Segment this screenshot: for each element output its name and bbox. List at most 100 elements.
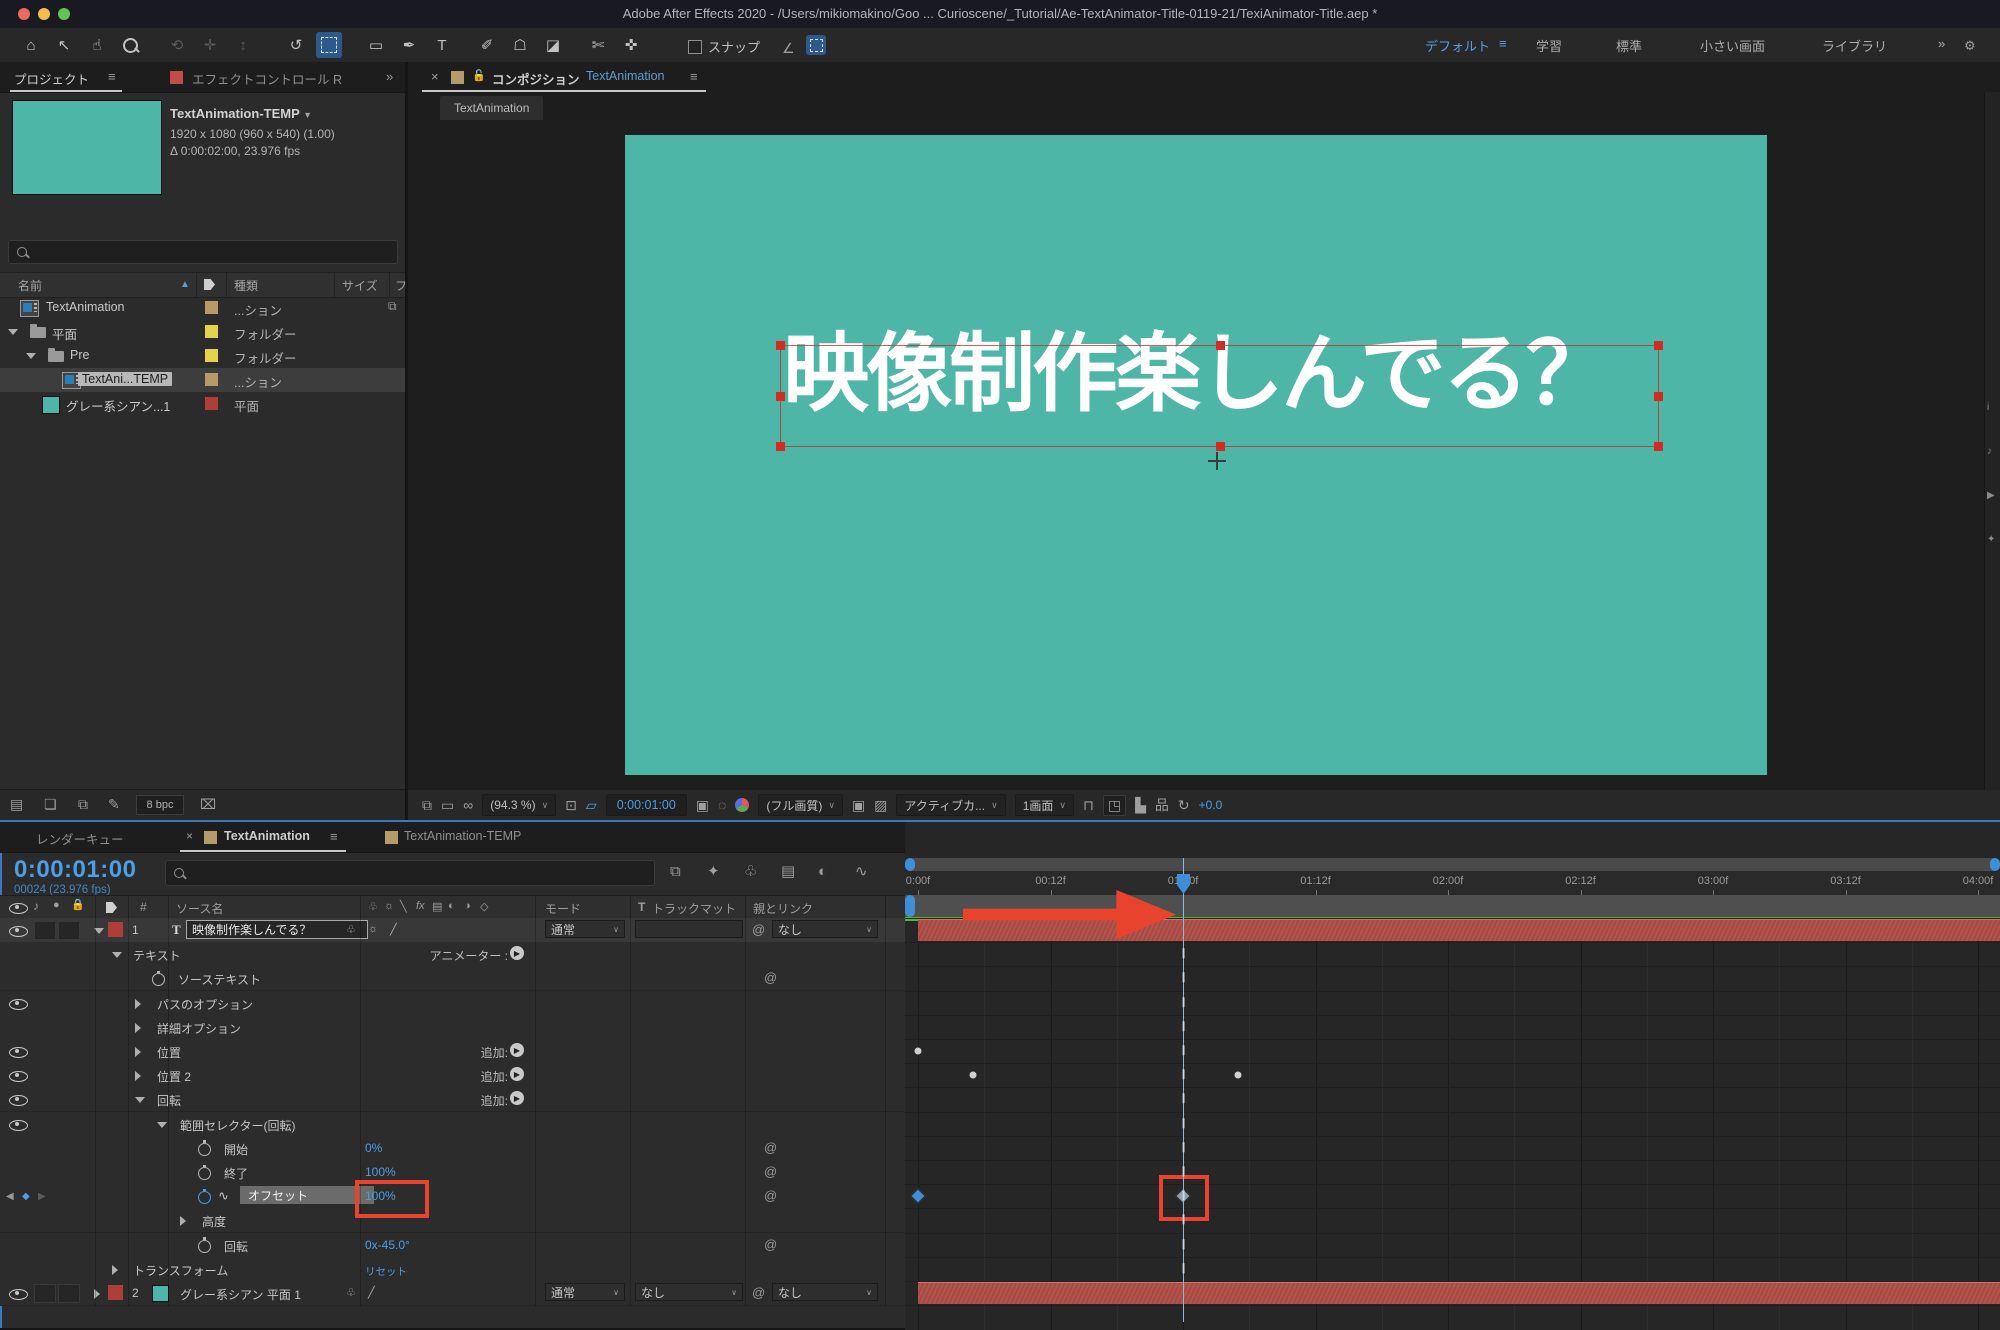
tab-effect-controls[interactable]: エフェクトコントロール R [192,69,377,88]
twirl-right-icon[interactable] [135,999,141,1009]
selection-handle[interactable] [1216,341,1225,350]
work-area-start-handle[interactable] [905,895,915,917]
project-item-グレー系シアン...1[interactable]: グレー系シアン...1平面 [0,392,405,416]
anchor-point-icon[interactable] [1208,452,1226,470]
column-name[interactable]: 名前 [18,277,42,294]
adjust-settings-icon[interactable]: ✎ [108,797,120,811]
property-name-position-2[interactable]: 位置 2 [157,1068,191,1085]
twirl-down-icon[interactable] [157,1122,167,1128]
navigator-start-handle[interactable] [905,858,915,871]
timeline-row-position-2[interactable]: 位置 2追加:▶ [0,1063,905,1088]
item-name[interactable]: 平面 [52,324,77,343]
stopwatch-icon[interactable] [198,1191,211,1204]
timeline-row-rotation-animator[interactable]: 回転追加:▶ [0,1087,905,1112]
track-matte-column[interactable]: トラックマット [652,900,736,917]
pick-whip-icon[interactable]: @ [764,1140,777,1155]
timeline-row-layer-1[interactable]: 1T映像制作楽しんでる？♧☼╱通常∨@なし∨ [0,918,905,943]
label-color-chip[interactable] [205,373,218,386]
selection-handle[interactable] [1654,392,1663,401]
timeline-row-source-text[interactable]: ソーステキスト@ [0,966,905,991]
draft-3d-icon[interactable]: ✦ [707,864,720,879]
selection-handle[interactable] [776,341,785,350]
stopwatch-icon[interactable] [198,1167,211,1180]
timeline-search-input[interactable] [165,860,655,886]
animator-keyframe-dot[interactable] [970,1072,977,1079]
timeline-row-range-selector[interactable]: 範囲セレクター(回転) [0,1112,905,1137]
workspace-settings-icon[interactable]: ⚙ [1964,39,1976,52]
clone-stamp-tool-icon[interactable]: ☖ [507,32,533,58]
workspace-2[interactable]: 学習 [1536,36,1562,55]
project-bit-depth[interactable]: 8 bpc [136,795,184,815]
layer-switch-icon[interactable]: ☼ [368,923,378,935]
timeline-row-transform[interactable]: トランスフォームリセット [0,1257,905,1282]
stopwatch-icon[interactable] [152,973,165,986]
current-time-field[interactable]: 0:00:01:00 [606,794,687,816]
blend-mode-select[interactable]: 通常∨ [545,920,625,938]
viewer-tab-textanimation[interactable]: TextAnimation [440,96,543,120]
tab-project[interactable]: プロジェクト [14,69,89,88]
snap-angle-icon[interactable]: ∠ [782,41,795,55]
twirl-down-icon[interactable] [112,952,122,958]
navigator-end-handle[interactable] [1990,858,2000,871]
layer-duration-bar[interactable] [918,919,2000,941]
layer-switch-icon[interactable]: ♧ [346,923,356,936]
selection-handle[interactable] [1654,341,1663,350]
twirl-down-icon[interactable] [135,1097,145,1103]
pan-camera-tool-icon[interactable]: ✛ [197,32,223,58]
parent-pick-whip-icon[interactable]: @ [752,1285,765,1300]
pick-whip-icon[interactable]: @ [764,1188,777,1203]
keyframe-diamond[interactable] [910,1189,926,1205]
layer-color-chip[interactable] [108,922,123,937]
eye-visibility-icon[interactable] [9,1047,28,1058]
timeline-button-icon[interactable]: ▙ [1135,797,1146,814]
previous-keyframe-icon[interactable]: ◀ [6,1191,14,1202]
label-color-chip[interactable] [205,301,218,314]
timeline-row-path-options[interactable]: パスのオプション [0,991,905,1016]
mask-shape-tool-icon[interactable]: ▭ [363,32,389,58]
eye-visibility-icon[interactable] [9,1095,28,1106]
pick-whip-icon[interactable]: @ [764,1164,777,1179]
layer-name-field[interactable]: 映像制作楽しんでる？ [186,920,368,939]
workspace-overflow-chevron[interactable]: » [1938,36,1945,51]
view-options-icon[interactable]: ∞ [463,797,473,813]
zoom-tool-icon[interactable] [117,32,143,58]
lock-icon[interactable]: 🔓 [472,71,486,82]
transparency-grid-icon[interactable]: ▱ [586,797,597,814]
column-type[interactable]: 種類 [234,277,258,294]
property-name-path-options[interactable]: パスのオプション [157,996,253,1013]
label-color-chip[interactable] [205,349,218,362]
item-name[interactable]: Pre [70,348,89,362]
show-snapshot-icon[interactable]: ◌ [718,797,726,813]
composition-mini-flowchart-icon[interactable]: ⧉ [670,864,681,879]
info-panel-icon[interactable]: i [1987,402,1989,413]
show-channel-icon[interactable] [735,798,749,812]
property-name-text-group[interactable]: テキスト [133,947,181,964]
track-matte-select[interactable]: なし∨ [635,1283,743,1301]
source-name-column[interactable]: ソース名 [176,900,223,917]
property-value-start[interactable]: 0% [365,1141,382,1155]
layer-switch-icon[interactable]: ╱ [390,923,397,936]
selection-handle[interactable] [776,392,785,401]
eye-visibility-icon[interactable] [9,1071,28,1082]
graph-editor-icon[interactable]: ∿ [855,864,868,879]
twirl-down-icon[interactable] [8,329,18,335]
item-name[interactable]: TextAnimation [46,300,125,314]
item-name[interactable]: グレー系シアン...1 [66,396,170,415]
property-name-source-text[interactable]: ソーステキスト [178,971,261,988]
exposure-reset-icon[interactable]: ↻ [1178,797,1190,814]
twirl-right-icon[interactable] [180,1216,186,1226]
property-name-transform[interactable]: トランスフォーム [133,1262,228,1279]
view-layout-icon[interactable]: ⧉ [422,797,432,814]
property-name-offset[interactable]: オフセット [240,1186,374,1204]
timeline-row-start[interactable]: 開始0%@ [0,1136,905,1161]
composition-panel-menu-icon[interactable]: ≡ [690,69,697,84]
add-animator-button[interactable]: ▶ [510,1067,524,1081]
close-tab-icon[interactable]: × [186,830,193,842]
interpret-footage-icon[interactable]: ▤ [10,797,23,811]
timeline-row-position[interactable]: 位置追加:▶ [0,1039,905,1064]
add-animator-button[interactable]: ▶ [510,1043,524,1057]
resolution-select[interactable]: (フル画質)∨ [758,794,843,816]
property-name-more-options[interactable]: 詳細オプション [157,1020,241,1037]
tab-render-queue[interactable]: レンダーキュー [36,829,124,848]
parent-select[interactable]: なし∨ [772,1283,878,1301]
